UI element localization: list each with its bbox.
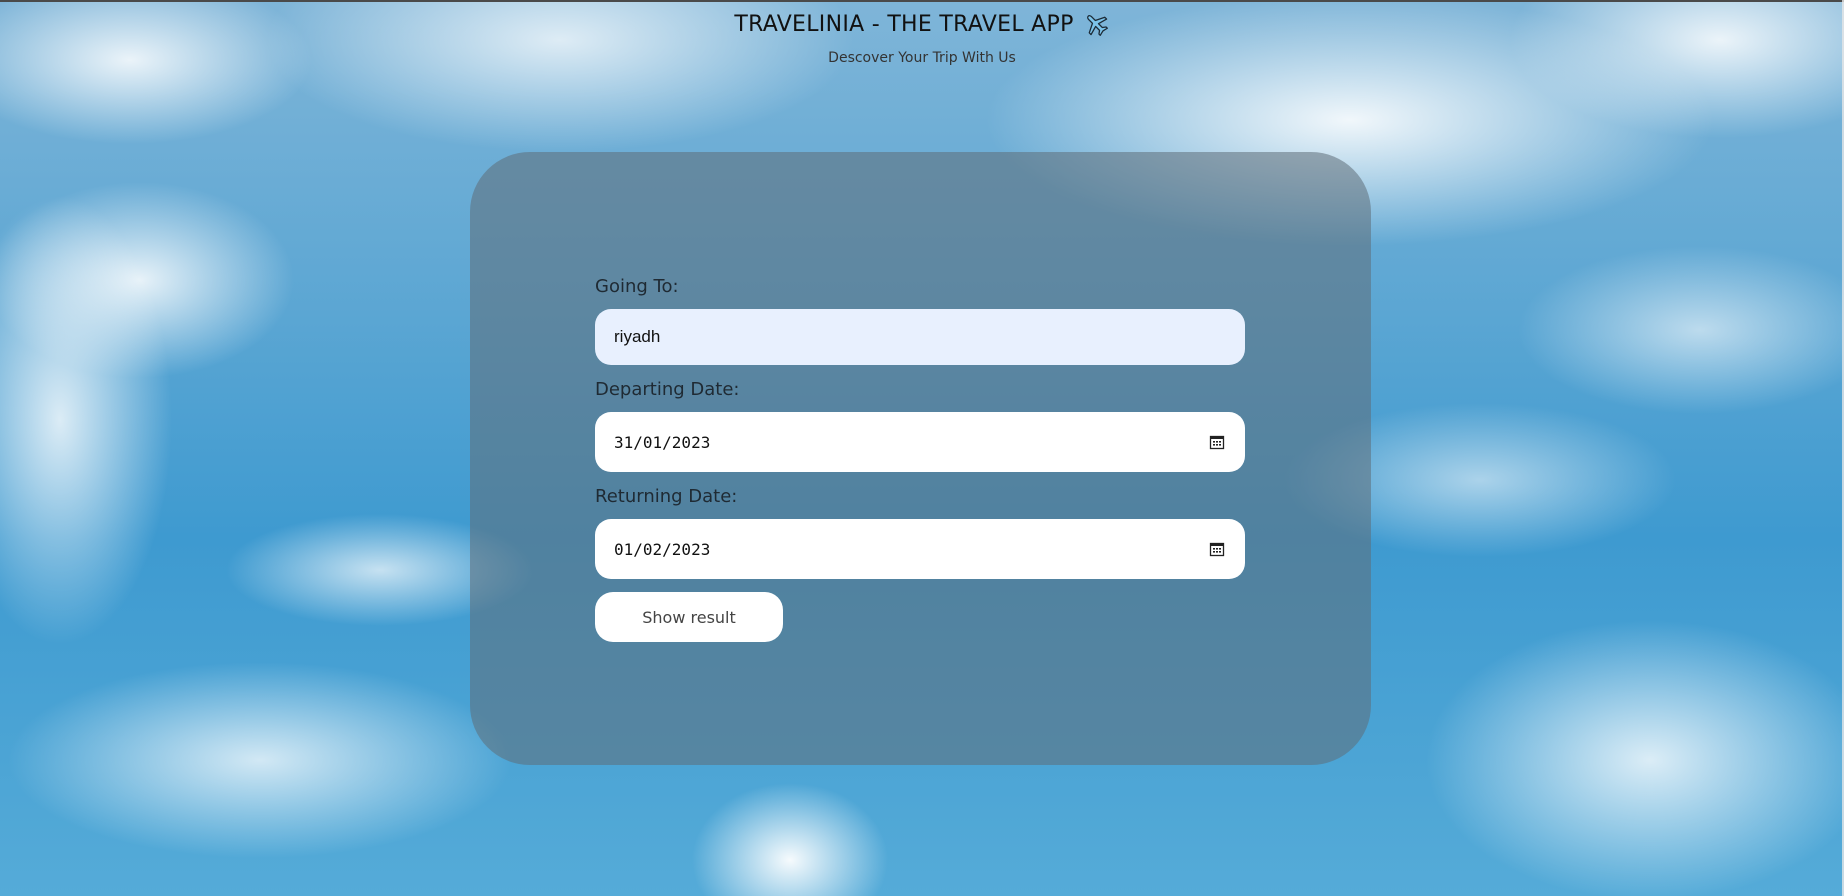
- page-header: TRAVELINIA - THE TRAVEL APP Descover You…: [0, 10, 1844, 66]
- airplane-icon: [1086, 15, 1108, 36]
- calendar-icon[interactable]: [1209, 434, 1225, 450]
- trip-form: Going To: riyadh Departing Date: 31/01/2…: [595, 276, 1245, 642]
- search-card: Going To: riyadh Departing Date: 31/01/2…: [470, 152, 1371, 765]
- destination-label: Going To:: [595, 276, 679, 297]
- departing-date-label: Departing Date:: [595, 379, 740, 400]
- returning-date-input[interactable]: 01/02/2023: [595, 519, 1245, 579]
- returning-date-label: Returning Date:: [595, 486, 738, 507]
- window-top-border: [0, 0, 1844, 2]
- destination-value: riyadh: [614, 327, 661, 346]
- app-title: TRAVELINIA - THE TRAVEL APP: [734, 10, 1109, 38]
- returning-date-value: 01/02/2023: [614, 539, 711, 559]
- app-subtitle: Descover Your Trip With Us: [828, 50, 1016, 66]
- departing-date-input[interactable]: 31/01/2023: [595, 412, 1245, 472]
- departing-date-value: 31/01/2023: [614, 432, 711, 452]
- show-result-button[interactable]: Show result: [595, 592, 783, 642]
- calendar-icon[interactable]: [1209, 541, 1225, 557]
- app-title-text: TRAVELINIA - THE TRAVEL APP: [734, 11, 1074, 37]
- destination-input[interactable]: riyadh: [595, 309, 1245, 365]
